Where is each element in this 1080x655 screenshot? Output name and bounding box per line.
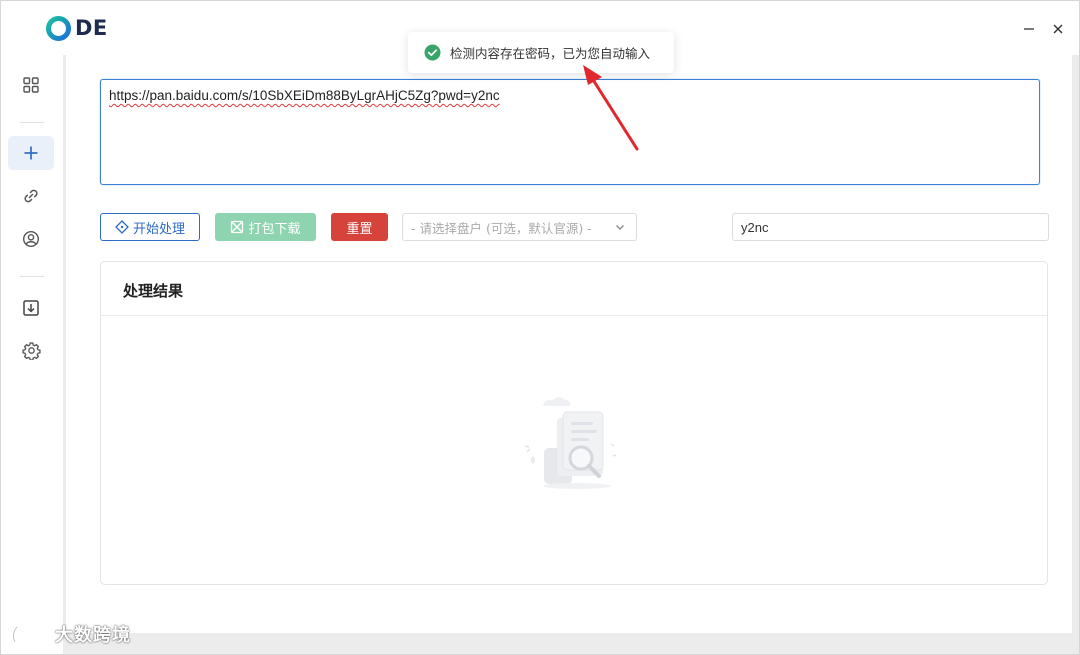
app-logo: DE <box>45 14 108 42</box>
package-icon <box>230 220 244 234</box>
annotation-arrow <box>576 61 646 160</box>
close-icon <box>1053 24 1063 34</box>
watermark-logo <box>12 623 47 643</box>
target-icon <box>115 220 129 234</box>
result-divider <box>101 315 1047 316</box>
chevron-down-icon <box>614 221 626 236</box>
link-icon <box>24 189 38 203</box>
logo-text: DE <box>75 16 108 40</box>
disk-select[interactable]: - 请选择盘户 (可选，默认官源) - <box>402 213 637 241</box>
check-circle-icon <box>424 44 441 61</box>
grid-icon <box>23 77 39 93</box>
result-title: 处理结果 <box>123 282 184 300</box>
user-icon <box>22 230 40 248</box>
sidebar-item-account[interactable] <box>8 222 54 256</box>
sidebar-divider <box>20 122 44 123</box>
result-panel: 处理结果 <box>100 261 1048 585</box>
minimize-icon <box>1024 28 1034 30</box>
download-icon <box>23 300 39 316</box>
disk-select-placeholder: - 请选择盘户 (可选，默认官源) - <box>411 220 592 236</box>
start-processing-button[interactable]: 开始处理 <box>100 213 200 241</box>
gear-icon <box>21 341 41 360</box>
share-link-text: https://pan.baidu.com/s/10SbXEiDm88ByLgr… <box>109 88 500 103</box>
sidebar <box>1 55 63 654</box>
sidebar-item-new[interactable] <box>8 136 54 170</box>
sidebar-item-downloads[interactable] <box>8 291 54 325</box>
reset-button[interactable]: 重置 <box>331 213 388 241</box>
app-window: DE https://pan.baidu.com/s/10SbXEiDm88By… <box>0 0 1080 655</box>
logo-ring-icon <box>46 15 71 41</box>
share-link-input[interactable]: https://pan.baidu.com/s/10SbXEiDm88ByLgr… <box>100 79 1040 185</box>
sidebar-item-dashboard[interactable] <box>8 68 54 102</box>
pack-download-button[interactable]: 打包下载 <box>215 213 316 241</box>
reset-label: 重置 <box>346 221 373 237</box>
close-button[interactable] <box>1048 19 1068 39</box>
minimize-button[interactable] <box>1019 19 1039 39</box>
main-panel: https://pan.baidu.com/s/10SbXEiDm88ByLgr… <box>66 55 1072 633</box>
sidebar-item-settings[interactable] <box>8 333 54 367</box>
toast-message: 检测内容存在密码，已为您自动输入 <box>450 46 651 61</box>
pack-download-label: 打包下载 <box>248 221 301 237</box>
sidebar-divider <box>20 276 44 277</box>
empty-state-illustration <box>519 394 629 498</box>
password-input[interactable]: y2nc <box>732 213 1049 241</box>
start-processing-label: 开始处理 <box>132 221 185 237</box>
sidebar-item-links[interactable] <box>8 179 54 213</box>
watermark-text: 大数跨境 <box>55 625 131 646</box>
plus-icon <box>24 146 38 160</box>
password-value: y2nc <box>741 219 769 235</box>
watermark: 大数跨境 <box>9 621 131 647</box>
